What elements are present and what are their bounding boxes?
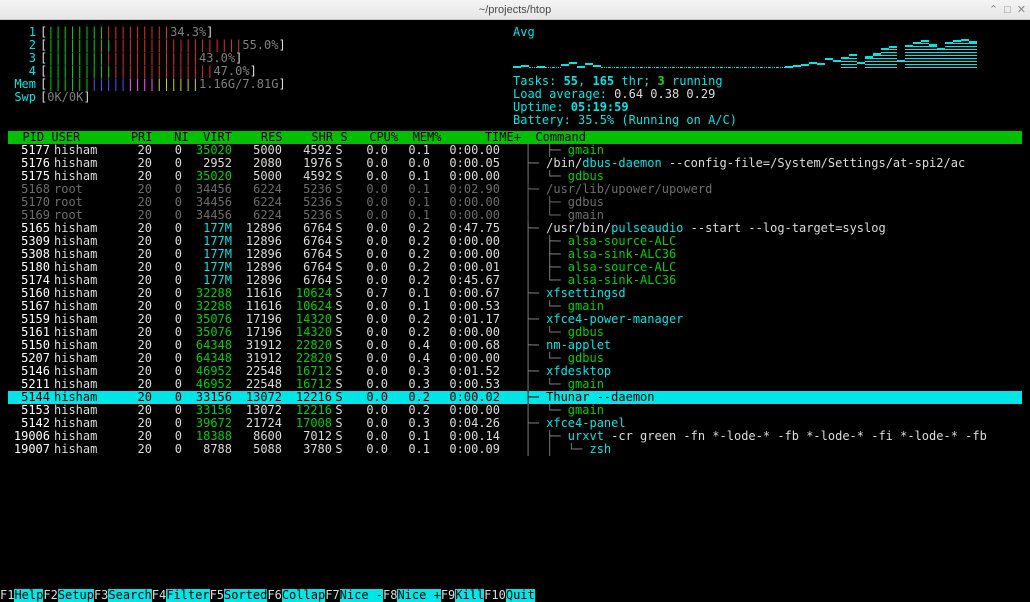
table-row[interactable]: 5308hisham200177M128966764S0.00.20:00.00… [8,248,1022,261]
window-title: ~/projects/htop [479,0,551,20]
table-row[interactable]: 5160hisham200322881161610624S0.70.10:00.… [8,287,1022,300]
table-row[interactable]: 5175hisham2003502050004592S0.00.10:00.00… [8,170,1022,183]
meter-swp: Swp[ 0K/0K] [8,91,513,104]
fkey-label[interactable]: Nice + [397,589,440,602]
table-row[interactable]: 5161hisham200350761719614320S0.00.20:00.… [8,326,1022,339]
table-row[interactable]: 5150hisham200643483191222820S0.00.40:00.… [8,339,1022,352]
terminal[interactable]: 1[||||||||||||||||| 34.3%]2[||||||||||||… [0,20,1030,602]
fkey-label[interactable]: Nice - [340,589,383,602]
table-row[interactable]: 5168root2003445662245236S0.00.10:02.90 ├… [8,183,1022,196]
fkey-f3[interactable]: F3 [94,589,108,602]
table-row[interactable]: 5176hisham200295220801976S0.00.00:00.05 … [8,157,1022,170]
fkey-f6[interactable]: F6 [267,589,281,602]
table-row[interactable]: 5169root2003445662245236S0.00.10:00.00 │… [8,209,1022,222]
table-row[interactable]: 5165hisham200177M128966764S0.00.20:47.75… [8,222,1022,235]
table-row[interactable]: 5309hisham200177M128966764S0.00.20:00.00… [8,235,1022,248]
process-table-header[interactable]: PID USER PRI NI VIRT RES SHR S CPU% MEM%… [8,131,1022,144]
table-row[interactable]: 5211hisham200469522254816712S0.00.30:00.… [8,378,1022,391]
fkey-label[interactable]: Kill [455,589,484,602]
avg-label: Avg [513,26,535,39]
table-row[interactable]: 5159hisham200350761719614320S0.00.20:01.… [8,313,1022,326]
fkey-f2[interactable]: F2 [43,589,57,602]
function-keys-bar: F1Help F2Setup F3SearchF4FilterF5SortedF… [0,589,1030,602]
table-row[interactable]: 5146hisham200469522254816712S0.00.30:01.… [8,365,1022,378]
table-row[interactable]: 5180hisham200177M128966764S0.00.20:00.01… [8,261,1022,274]
fkey-label[interactable]: Collap [282,589,325,602]
fkey-f5[interactable]: F5 [210,589,224,602]
fkey-label[interactable]: Search [108,589,151,602]
window-titlebar: ~/projects/htop ⌃ □ ✕ [0,0,1030,20]
fkey-f9[interactable]: F9 [441,589,455,602]
table-row[interactable]: 5207hisham200643483191222820S0.00.40:00.… [8,352,1022,365]
table-row[interactable]: 5174hisham200177M128966764S0.00.20:45.67… [8,274,1022,287]
fkey-f10[interactable]: F10 [484,589,506,602]
fkey-f4[interactable]: F4 [152,589,166,602]
table-row[interactable]: 5142hisham200396722172417008S0.00.30:04.… [8,417,1022,430]
table-row[interactable]: 19007hisham200878850883780S0.00.10:00.09… [8,443,1022,456]
table-row[interactable]: 5144hisham200331561307212216S0.00.20:00.… [8,391,1022,404]
window-maximize-icon[interactable]: □ [1004,0,1011,20]
battery-line: Battery: 35.5% (Running on A/C) [513,114,1022,127]
fkey-label[interactable]: Setup [58,589,94,602]
table-row[interactable]: 5177hisham2003502050004592S0.00.10:00.00… [8,144,1022,157]
fkey-label[interactable]: Help [14,589,43,602]
fkey-label[interactable]: Sorted [224,589,267,602]
process-table[interactable]: 5177hisham2003502050004592S0.00.10:00.00… [8,144,1022,456]
fkey-f1[interactable]: F1 [0,589,14,602]
fkey-f8[interactable]: F8 [383,589,397,602]
table-row[interactable]: 5170root2003445662245236S0.00.10:00.00 │… [8,196,1022,209]
fkey-f7[interactable]: F7 [325,589,339,602]
window-close-icon[interactable]: ✕ [1017,0,1026,20]
fkey-label[interactable]: Filter [166,589,209,602]
table-row[interactable]: 5167hisham200322881161610624S0.00.10:00.… [8,300,1022,313]
table-row[interactable]: 19006hisham2001838886007012S0.00.10:00.1… [8,430,1022,443]
fkey-label[interactable]: Quit [506,589,535,602]
cpu-sparkline [513,39,1022,75]
table-row[interactable]: 5153hisham200331561307212216S0.00.20:00.… [8,404,1022,417]
window-minimize-icon[interactable]: ⌃ [989,0,998,20]
